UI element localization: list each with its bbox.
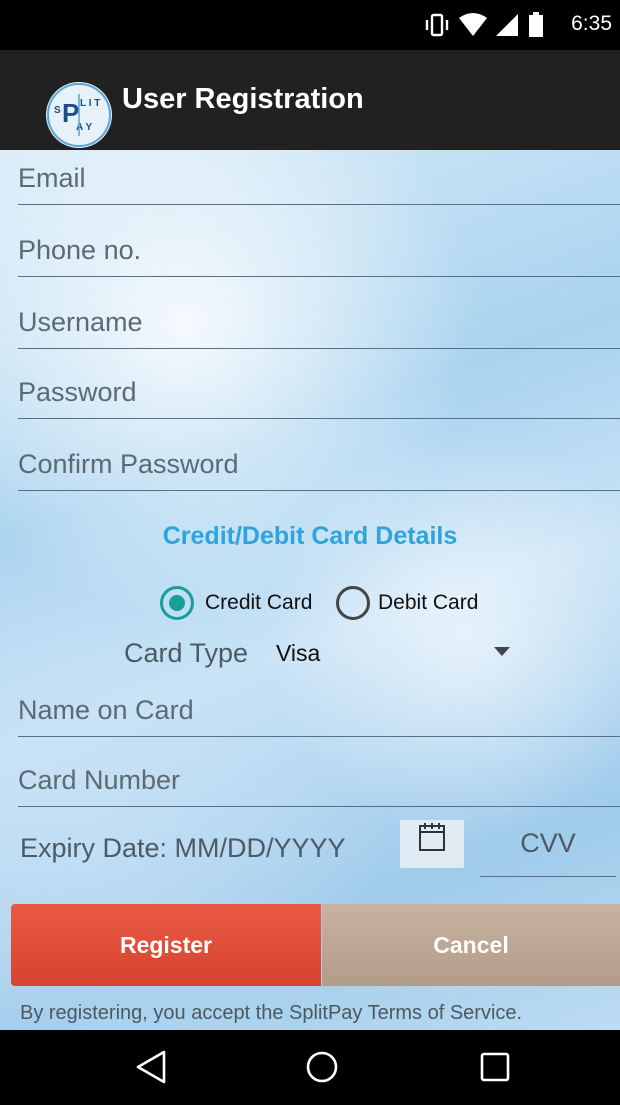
home-icon[interactable] — [304, 1048, 340, 1091]
vibrate-icon — [424, 12, 450, 43]
dropdown-arrow-icon[interactable] — [494, 647, 510, 656]
card-number-field[interactable]: Card Number — [18, 734, 620, 807]
recents-icon[interactable] — [478, 1048, 512, 1091]
terms-notice: By registering, you accept the SplitPay … — [20, 1002, 523, 1024]
registration-form: Email Phone no. Username Password Confir… — [0, 150, 620, 1030]
cvv-placeholder: CVV — [520, 828, 576, 858]
username-field[interactable]: Username — [18, 276, 620, 349]
expiry-date-field[interactable]: Expiry Date: MM/DD/YYYY — [20, 833, 346, 864]
cvv-field[interactable]: CVV — [480, 818, 616, 877]
signal-icon — [494, 12, 520, 43]
register-button[interactable]: Register — [11, 904, 321, 986]
name-on-card-placeholder: Name on Card — [18, 695, 194, 725]
email-placeholder: Email — [18, 163, 86, 193]
back-icon[interactable] — [134, 1048, 168, 1091]
page-title: User Registration — [122, 83, 364, 115]
name-on-card-field[interactable]: Name on Card — [18, 664, 620, 737]
svg-text:L I T: L I T — [80, 98, 100, 109]
email-field[interactable]: Email — [18, 150, 620, 205]
status-bar: 6:35 — [0, 0, 620, 50]
app-logo: S P L I T A Y — [44, 80, 114, 150]
confirm-password-field[interactable]: Confirm Password — [18, 418, 620, 491]
calendar-button[interactable] — [400, 820, 464, 868]
navigation-bar — [0, 1030, 620, 1105]
svg-text:S: S — [54, 105, 61, 116]
cancel-button[interactable]: Cancel — [322, 904, 620, 986]
debit-card-label[interactable]: Debit Card — [378, 591, 478, 615]
wifi-icon — [458, 12, 488, 43]
debit-card-radio[interactable] — [336, 586, 370, 620]
card-number-placeholder: Card Number — [18, 765, 181, 795]
password-placeholder: Password — [18, 377, 137, 407]
password-field[interactable]: Password — [18, 346, 620, 419]
phone-placeholder: Phone no. — [18, 235, 142, 265]
card-type-select[interactable]: Visa — [276, 640, 320, 667]
confirm-password-placeholder: Confirm Password — [18, 449, 239, 479]
credit-card-label[interactable]: Credit Card — [205, 591, 312, 615]
credit-card-radio[interactable] — [160, 586, 194, 620]
calendar-icon — [419, 823, 445, 851]
battery-icon — [528, 12, 544, 43]
card-details-heading: Credit/Debit Card Details — [162, 522, 458, 550]
username-placeholder: Username — [18, 307, 143, 337]
status-time: 6:35 — [571, 12, 612, 35]
phone-field[interactable]: Phone no. — [18, 204, 620, 277]
